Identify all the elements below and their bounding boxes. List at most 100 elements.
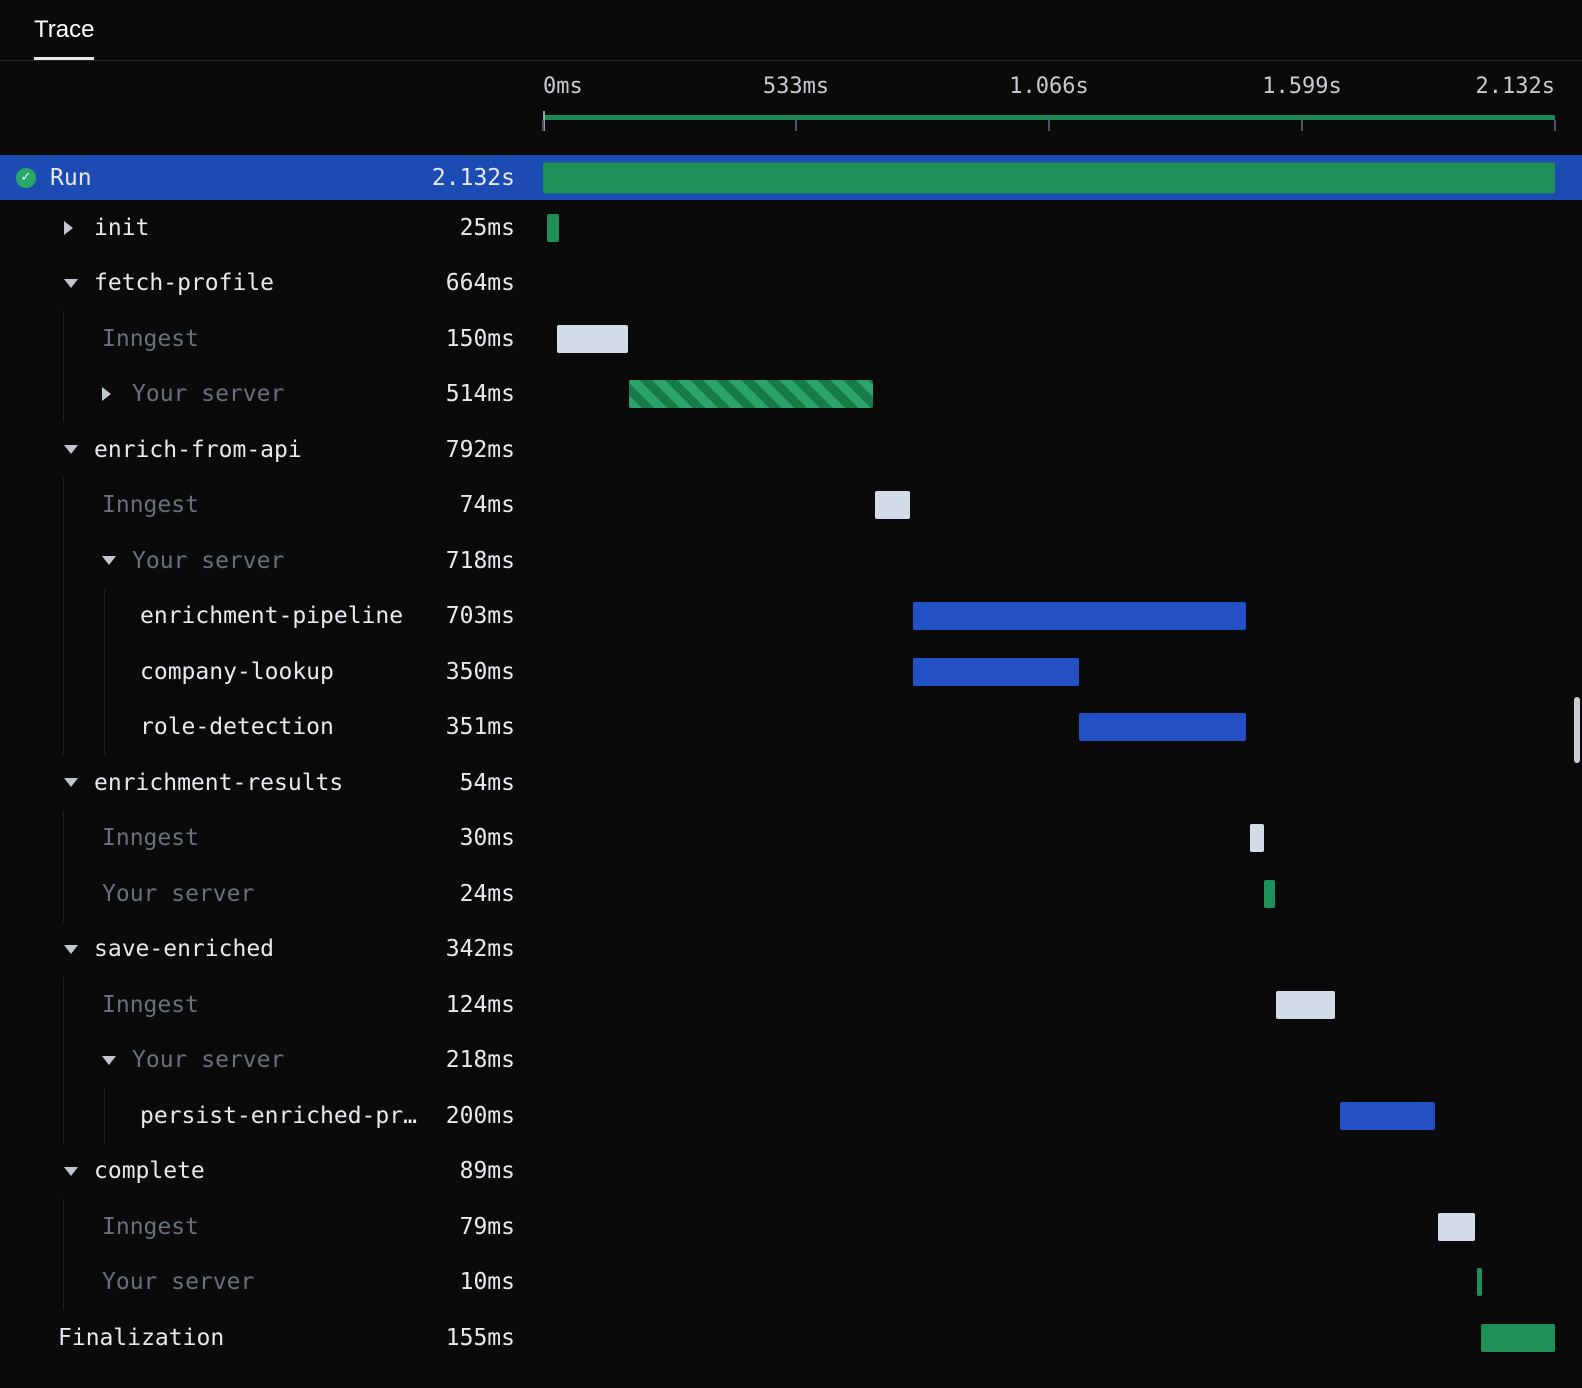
row-duration: 342ms xyxy=(445,936,515,963)
trace-row[interactable]: company-lookup 350ms xyxy=(0,644,1582,700)
chevron-down-icon[interactable] xyxy=(96,556,132,566)
ruler-tick xyxy=(795,120,797,131)
span-bar xyxy=(912,602,1247,631)
row-label: Finalization xyxy=(58,1324,225,1351)
tree-guide xyxy=(63,311,64,367)
tree-guide xyxy=(63,810,64,866)
span-bar xyxy=(1078,713,1246,742)
trace-row[interactable]: persist-enriched-pr… 200ms xyxy=(0,1088,1582,1144)
tick-label: 0ms xyxy=(543,74,583,99)
row-track xyxy=(543,1033,1555,1089)
row-left: Your server 514ms xyxy=(0,366,543,422)
row-track xyxy=(543,866,1555,922)
tree-guide xyxy=(63,644,64,700)
trace-row[interactable]: Your server 718ms xyxy=(0,533,1582,589)
trace-row[interactable]: enrichment-results 54ms xyxy=(0,755,1582,811)
span-bar xyxy=(1481,1323,1555,1352)
row-duration: 514ms xyxy=(445,381,515,408)
row-label: enrichment-pipeline xyxy=(140,603,404,630)
trace-row[interactable]: Inngest 74ms xyxy=(0,477,1582,534)
trace-row[interactable]: Your server 218ms xyxy=(0,1032,1582,1089)
chevron-down-icon[interactable] xyxy=(58,778,94,788)
tab-trace[interactable]: Trace xyxy=(34,0,95,60)
trace-row[interactable]: enrichment-pipeline 703ms xyxy=(0,588,1582,645)
span-bar xyxy=(874,491,910,520)
row-track xyxy=(543,478,1555,534)
row-label: Your server xyxy=(132,547,285,574)
ruler-tick xyxy=(1048,120,1050,131)
row-track xyxy=(543,1088,1555,1144)
trace-row[interactable]: fetch-profile 664ms xyxy=(0,256,1582,312)
tick-label: 1.599s xyxy=(1262,74,1342,99)
trace-row[interactable]: Inngest 150ms xyxy=(0,311,1582,367)
row-track xyxy=(543,811,1555,867)
row-duration: 350ms xyxy=(445,658,515,685)
row-track xyxy=(543,644,1555,700)
span-bar xyxy=(1275,990,1335,1019)
row-left: fetch-profile 664ms xyxy=(0,256,543,312)
row-label: role-detection xyxy=(140,714,334,741)
trace-row[interactable]: Inngest 79ms xyxy=(0,1199,1582,1255)
trace-row[interactable]: Your server 24ms xyxy=(0,866,1582,922)
row-left: Your server 10ms xyxy=(0,1254,543,1310)
row-label: Your server xyxy=(102,1269,255,1296)
tree-guide xyxy=(104,1088,105,1144)
row-track xyxy=(543,922,1555,978)
trace-row[interactable]: save-enriched 342ms xyxy=(0,922,1582,978)
row-label: company-lookup xyxy=(140,658,334,685)
row-left: Your server 24ms xyxy=(0,866,543,922)
trace-row[interactable]: init 25ms xyxy=(0,200,1582,256)
timeline-header: 0ms 533ms 1.066s 1.599s 2.132s xyxy=(0,61,1582,155)
row-duration: 703ms xyxy=(445,603,515,630)
trace-row[interactable]: role-detection 351ms xyxy=(0,699,1582,755)
chevron-right-icon[interactable] xyxy=(58,220,94,235)
row-label: Your server xyxy=(132,381,285,408)
span-bar xyxy=(1339,1101,1435,1130)
row-left: Your server 218ms xyxy=(0,1032,543,1088)
chevron-right-icon[interactable] xyxy=(96,387,132,402)
tree-guide xyxy=(63,588,64,644)
run-row[interactable]: ✓ Run 2.132s xyxy=(0,155,1582,200)
chevron-down-icon[interactable] xyxy=(96,1055,132,1065)
tree-guide xyxy=(63,1032,64,1088)
scrollbar-thumb[interactable] xyxy=(1574,697,1580,763)
row-track xyxy=(543,977,1555,1033)
row-track xyxy=(543,589,1555,645)
tree-guide xyxy=(104,699,105,755)
tree-guide xyxy=(63,1199,64,1255)
tree-guide xyxy=(63,1088,64,1144)
trace-row[interactable]: Inngest 124ms xyxy=(0,977,1582,1033)
row-left: Inngest 150ms xyxy=(0,311,543,367)
tree-guide xyxy=(63,866,64,922)
row-track xyxy=(543,533,1555,589)
trace-row[interactable]: complete 89ms xyxy=(0,1144,1582,1200)
trace-row[interactable]: enrich-from-api 792ms xyxy=(0,422,1582,478)
chevron-down-icon[interactable] xyxy=(58,278,94,288)
tree-guide xyxy=(104,588,105,644)
check-circle-icon: ✓ xyxy=(16,167,36,188)
chevron-down-icon[interactable] xyxy=(58,445,94,455)
row-left: complete 89ms xyxy=(0,1144,543,1200)
row-duration: 200ms xyxy=(445,1102,515,1129)
chevron-down-icon[interactable] xyxy=(58,944,94,954)
row-label: Your server xyxy=(132,1047,285,1074)
trace-row[interactable]: Your server 514ms xyxy=(0,366,1582,422)
trace-row[interactable]: Inngest 30ms xyxy=(0,810,1582,867)
row-left: enrichment-results 54ms xyxy=(0,755,543,811)
row-duration: 10ms xyxy=(459,1269,515,1296)
row-duration: 218ms xyxy=(445,1047,515,1074)
ruler-tick xyxy=(1301,120,1303,131)
row-duration: 74ms xyxy=(459,492,515,519)
row-left: save-enriched 342ms xyxy=(0,922,543,978)
run-label: Run xyxy=(50,164,92,191)
chevron-down-icon[interactable] xyxy=(58,1166,94,1176)
row-label: Inngest xyxy=(102,991,199,1018)
timeline-ruler[interactable] xyxy=(542,111,1556,135)
row-duration: 124ms xyxy=(445,991,515,1018)
tree-guide xyxy=(63,477,64,533)
tick-label: 533ms xyxy=(762,74,830,99)
trace-row[interactable]: Finalization 155ms xyxy=(0,1310,1582,1366)
row-track xyxy=(543,311,1555,367)
trace-row[interactable]: Your server 10ms xyxy=(0,1254,1582,1310)
tree-guide xyxy=(63,977,64,1033)
